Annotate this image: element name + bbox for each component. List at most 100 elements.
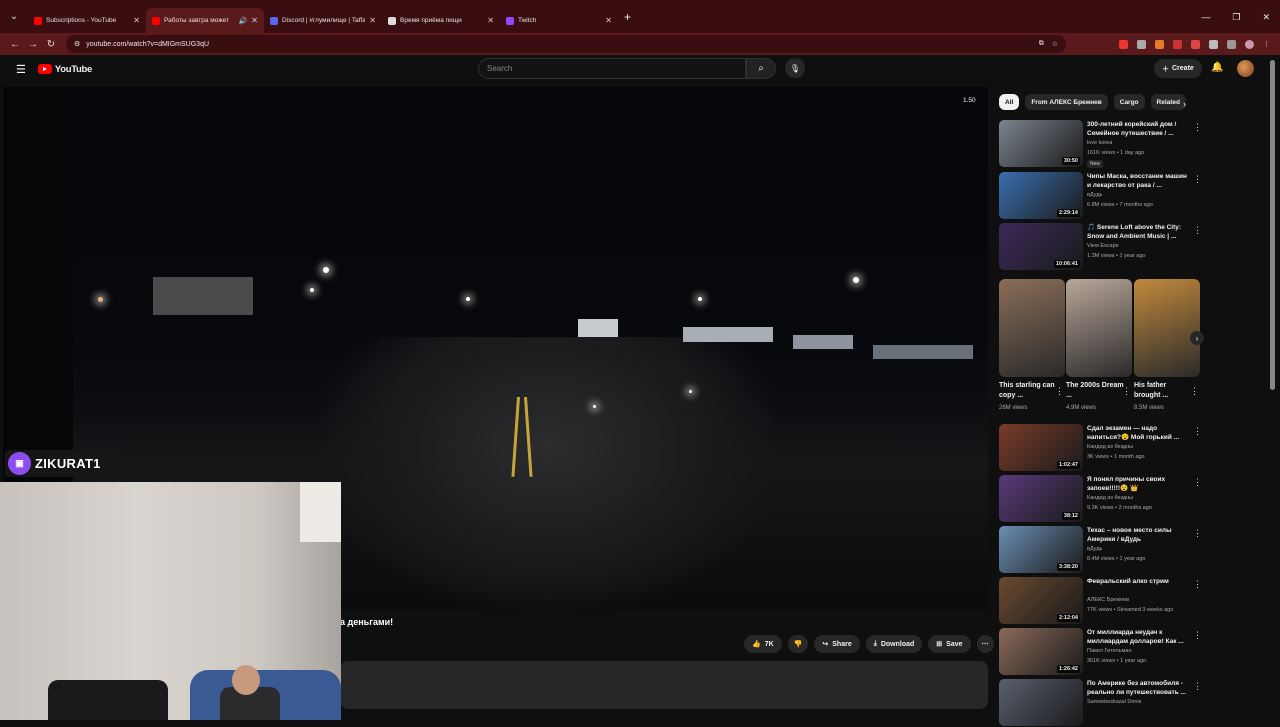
filter-chip[interactable]: From АЛЕКС Брежнев — [1025, 94, 1108, 110]
channel-name[interactable]: Samsebeskazal Denis — [1087, 699, 1141, 705]
tab-close-icon[interactable]: ✕ — [605, 16, 612, 25]
video-thumbnail[interactable]: 3:38:20 — [999, 526, 1083, 573]
tab-search-icon[interactable]: ⌄ — [4, 7, 24, 27]
like-button[interactable]: 👍 7K — [744, 635, 782, 653]
video-title[interactable]: 300-летний корейский дом / Семейное путе… — [1087, 120, 1189, 138]
close-window-icon[interactable]: ✕ — [1262, 12, 1270, 23]
recommended-video[interactable]: 30:50 300-летний корейский дом / Семейное… — [999, 120, 1202, 168]
install-icon[interactable]: ⧉ — [1039, 40, 1044, 48]
shorts-next-button[interactable]: › — [1190, 331, 1204, 345]
tab-close-icon[interactable]: ✕ — [369, 16, 376, 25]
short-thumbnail[interactable] — [1066, 279, 1132, 377]
short-thumbnail[interactable] — [1134, 279, 1200, 377]
back-icon[interactable]: ← — [6, 39, 24, 50]
notifications-bell-icon[interactable]: 🔔 — [1211, 62, 1223, 73]
voice-search-button[interactable]: 🎙 — [785, 58, 805, 78]
extension-icon[interactable] — [1155, 39, 1164, 49]
video-title[interactable]: Сдал экзамен — надо напиться?😵 Мой горьк… — [1087, 424, 1189, 442]
chevron-right-icon[interactable]: › — [1183, 99, 1186, 109]
video-thumbnail[interactable]: 2:29:14 — [999, 172, 1083, 219]
extension-icon[interactable] — [1191, 39, 1200, 49]
menu-dots-icon[interactable]: ⋮ — [1263, 40, 1270, 49]
video-title[interactable]: Я понял причины своих запоев!!!!!😵 👑 — [1087, 475, 1189, 493]
filter-chip[interactable]: Cargo — [1113, 94, 1145, 110]
channel-name[interactable]: вДудь — [1087, 192, 1102, 198]
more-options-icon[interactable]: ⋮ — [1190, 386, 1199, 397]
channel-name[interactable]: Кандид из бездны — [1087, 495, 1133, 501]
description-box[interactable] — [340, 661, 988, 709]
short-thumbnail[interactable] — [999, 279, 1065, 377]
extension-icon[interactable] — [1173, 39, 1182, 49]
more-options-icon[interactable]: ⋮ — [1193, 528, 1202, 539]
more-options-icon[interactable]: ⋮ — [1193, 174, 1202, 185]
video-title[interactable]: От миллиарда неудач к миллиардам долларо… — [1087, 628, 1189, 646]
video-thumbnail[interactable]: 1:26:42 — [999, 628, 1083, 675]
channel-name[interactable]: АЛЕКС Брежнев — [1087, 597, 1129, 603]
filter-chip[interactable]: Related — [1150, 94, 1187, 110]
maximize-icon[interactable]: ❐ — [1232, 12, 1240, 23]
recommended-video[interactable]: 2:29:14 Чипы Маска, восстание машин и лек… — [999, 172, 1202, 220]
browser-tab[interactable]: Работы завтра может 🔊 ✕ — [146, 7, 264, 34]
puzzle-icon[interactable] — [1209, 39, 1218, 49]
browser-tab[interactable]: Время приёма пищи ✕ — [382, 8, 500, 34]
address-bar[interactable]: ⚙ youtube.com/watch?v=dMIGmSUG3qU ⧉ ☆ — [66, 35, 1066, 53]
recommended-video[interactable]: 1:02:47 Сдал экзамен — надо напиться?😵 Мо… — [999, 424, 1202, 472]
profile-icon[interactable] — [1245, 39, 1254, 49]
short-title[interactable]: His father brought ... — [1134, 381, 1192, 401]
tab-close-icon[interactable]: ✕ — [251, 16, 258, 25]
channel-name[interactable]: love korea — [1087, 140, 1112, 146]
more-options-icon[interactable]: ⋮ — [1193, 225, 1202, 236]
download-button[interactable]: ⤓ Download — [865, 635, 923, 653]
video-title[interactable]: Февральский алко стрим — [1087, 577, 1189, 586]
avatar[interactable] — [1237, 60, 1254, 77]
channel-name[interactable]: Кандид из бездны — [1087, 444, 1133, 450]
filter-chip[interactable]: All — [999, 94, 1020, 110]
search-input[interactable]: Search — [478, 58, 746, 79]
video-thumbnail[interactable] — [999, 679, 1083, 726]
sidebar-icon[interactable] — [1227, 39, 1236, 49]
speaker-icon[interactable]: 🔊 — [239, 17, 248, 25]
scrollbar[interactable] — [1270, 60, 1275, 390]
recommended-video[interactable]: 2:12:04 Февральский алко стрим АЛЕКС Брежн… — [999, 577, 1202, 625]
menu-icon[interactable]: ☰ — [16, 63, 26, 76]
channel-name[interactable]: вДудь — [1087, 546, 1102, 552]
more-options-icon[interactable]: ⋮ — [1193, 681, 1202, 692]
video-thumbnail[interactable]: 1:02:47 — [999, 424, 1083, 471]
more-options-icon[interactable]: ⋮ — [1055, 386, 1064, 397]
video-title[interactable]: По Америке без автомобиля - реально ли п… — [1087, 679, 1189, 697]
video-thumbnail[interactable]: 38:12 — [999, 475, 1083, 522]
video-title[interactable]: Чипы Маска, восстание машин и лекарство … — [1087, 172, 1189, 190]
short-title[interactable]: This starling can copy ... — [999, 381, 1057, 401]
video-thumbnail[interactable]: 10:06:41 — [999, 223, 1083, 270]
recommended-video[interactable]: 10:06:41 🎵 Serene Loft above the City: Sn… — [999, 223, 1202, 271]
share-button[interactable]: ↪ Share — [814, 635, 860, 653]
channel-name[interactable]: Павел Гительман — [1087, 648, 1132, 654]
channel-name[interactable]: View Escape — [1087, 243, 1119, 249]
save-button[interactable]: ⊞ Save — [928, 635, 971, 653]
recommended-video[interactable]: 1:26:42 От миллиарда неудач к миллиардам … — [999, 628, 1202, 676]
short-title[interactable]: The 2000s Dream ... — [1066, 381, 1124, 401]
reload-icon[interactable]: ↻ — [42, 39, 60, 50]
bookmark-star-icon[interactable]: ☆ — [1052, 40, 1058, 48]
extension-icon[interactable] — [1119, 39, 1128, 49]
video-title[interactable]: 🎵 Serene Loft above the City: Snow and A… — [1087, 223, 1189, 241]
dislike-button[interactable]: 👎 — [787, 635, 809, 653]
forward-icon[interactable]: → — [24, 39, 42, 50]
browser-tab[interactable]: Discord | #глумилище | Taffair ✕ — [264, 8, 382, 34]
more-options-icon[interactable]: ⋮ — [1193, 477, 1202, 488]
recommended-video[interactable]: 38:12 Я понял причины своих запоев!!!!!😵 … — [999, 475, 1202, 523]
video-title[interactable]: Техас – новое место силы Америки / вДудь — [1087, 526, 1189, 544]
tab-close-icon[interactable]: ✕ — [133, 16, 140, 25]
search-button[interactable]: ⌕ — [746, 58, 776, 79]
create-button[interactable]: ＋ Create — [1154, 59, 1202, 78]
video-thumbnail[interactable]: 30:50 — [999, 120, 1083, 167]
more-options-icon[interactable]: ⋮ — [1193, 122, 1202, 133]
browser-tab[interactable]: Twitch ✕ — [500, 8, 618, 34]
browser-tab[interactable]: Subscriptions - YouTube ✕ — [28, 8, 146, 34]
more-actions-button[interactable]: ⋯ — [976, 635, 994, 653]
recommended-video[interactable]: 3:38:20 Техас – новое место силы Америки … — [999, 526, 1202, 574]
new-tab-button[interactable]: + — [624, 10, 631, 24]
video-thumbnail[interactable]: 2:12:04 — [999, 577, 1083, 624]
more-options-icon[interactable]: ⋮ — [1122, 386, 1131, 397]
tab-close-icon[interactable]: ✕ — [487, 16, 494, 25]
